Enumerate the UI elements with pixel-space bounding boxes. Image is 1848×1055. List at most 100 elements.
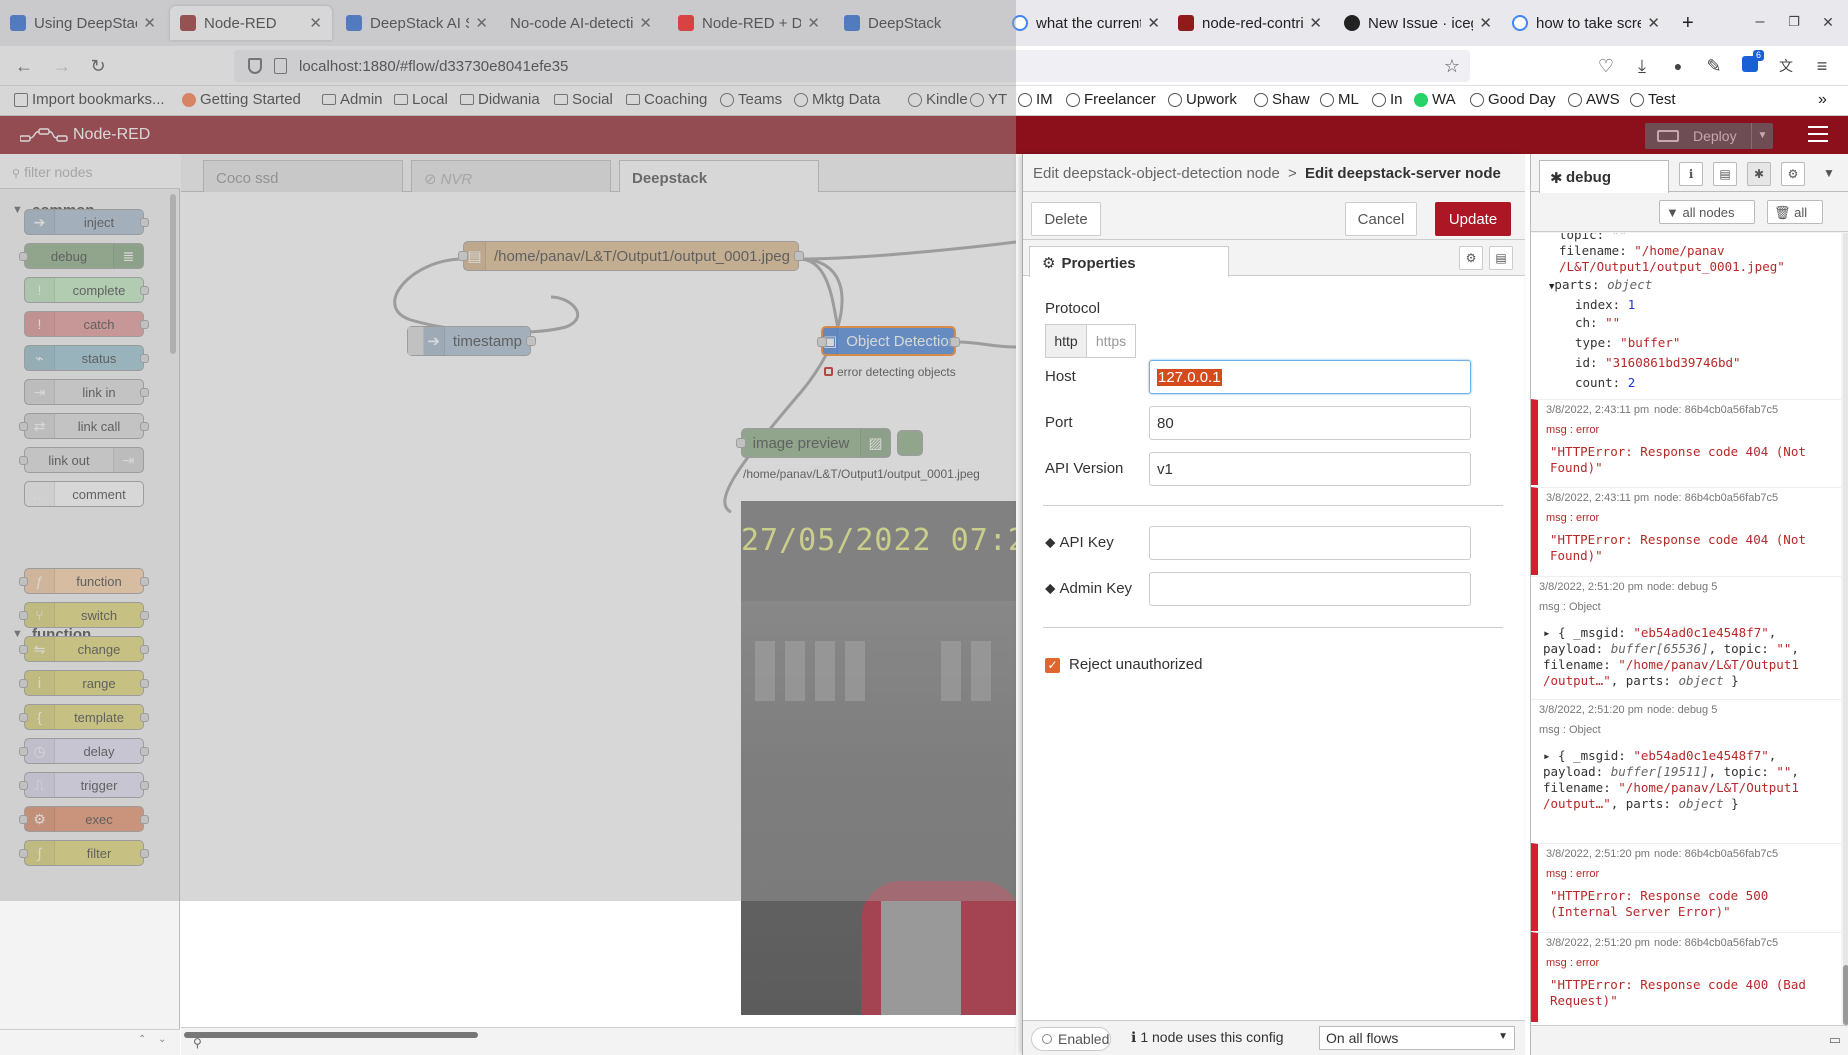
- palette-node-trigger[interactable]: ⎍ trigger: [19, 772, 149, 798]
- close-icon[interactable]: ✕: [143, 14, 156, 32]
- close-icon[interactable]: ✕: [309, 14, 322, 32]
- browser-tab-5[interactable]: DeepStack: [834, 6, 1000, 40]
- bookmark-2[interactable]: Admin: [322, 91, 383, 108]
- palette-node-comment[interactable]: … comment: [24, 481, 144, 507]
- browser-tab-2[interactable]: DeepStack AI Se✕: [336, 6, 498, 40]
- protocol-https-button[interactable]: https: [1086, 324, 1136, 358]
- browser-tab-0[interactable]: Using DeepStack✕: [0, 6, 166, 40]
- chevron-down-icon[interactable]: ▼: [1817, 162, 1841, 186]
- horizontal-scrollbar[interactable]: [184, 1032, 478, 1038]
- bookmark-9[interactable]: Kindle: [908, 91, 968, 108]
- url-text[interactable]: localhost:1880/#flow/d33730e8041efe35: [299, 58, 568, 75]
- bookmark-14[interactable]: Shaw: [1254, 91, 1310, 108]
- close-icon[interactable]: ✕: [1479, 14, 1492, 32]
- bookmark-12[interactable]: Freelancer: [1066, 91, 1156, 108]
- eyedropper-icon[interactable]: ✎: [1702, 54, 1726, 78]
- protocol-http-button[interactable]: http: [1045, 324, 1087, 358]
- tab-debug[interactable]: ✱ debug: [1539, 160, 1669, 193]
- bookmark-5[interactable]: Social: [554, 91, 613, 108]
- debug-filter-select[interactable]: ▼ all nodes: [1659, 200, 1755, 224]
- description-icon[interactable]: ▤: [1489, 246, 1513, 270]
- palette-node-status[interactable]: ⌁ status: [24, 345, 149, 371]
- bookmark-6[interactable]: Coaching: [626, 91, 707, 108]
- clear-debug-button[interactable]: 🗑 all: [1767, 200, 1823, 224]
- bookmark-10[interactable]: YT: [970, 91, 1007, 108]
- debug-message[interactable]: 3/8/2022, 2:43:11 pm node: 86b4cb0a56fab…: [1531, 399, 1841, 485]
- back-icon[interactable]: ←: [12, 54, 36, 78]
- cancel-button[interactable]: Cancel: [1345, 202, 1417, 236]
- enabled-toggle[interactable]: Enabled: [1031, 1027, 1111, 1051]
- bookmark-11[interactable]: IM: [1018, 91, 1053, 108]
- palette-node-catch[interactable]: ! catch: [24, 311, 149, 337]
- bookmark-17[interactable]: WA: [1414, 91, 1456, 108]
- debug-message-list[interactable]: topic: "" filename: "/home/panav /L&T/Ou…: [1531, 233, 1841, 1025]
- debug-message[interactable]: 3/8/2022, 2:51:20 pm node: 86b4cb0a56fab…: [1531, 932, 1841, 1022]
- bookmark-13[interactable]: Upwork: [1168, 91, 1237, 108]
- bookmark-8[interactable]: Mktg Data: [794, 91, 880, 108]
- translate-icon[interactable]: 文: [1774, 54, 1798, 78]
- inject-button[interactable]: [408, 327, 424, 355]
- new-tab-button[interactable]: +: [1672, 6, 1702, 40]
- close-icon[interactable]: ✕: [807, 14, 820, 32]
- close-icon[interactable]: ✕: [1147, 14, 1160, 32]
- bookmark-18[interactable]: Good Day: [1470, 91, 1556, 108]
- palette-node-exec[interactable]: ⚙ exec: [19, 806, 149, 832]
- breadcrumb-parent[interactable]: Edit deepstack-object-detection node: [1033, 165, 1280, 182]
- deploy-button[interactable]: Deploy ▼: [1645, 123, 1773, 149]
- book-icon[interactable]: ▤: [1713, 162, 1737, 186]
- palette-node-change[interactable]: ⇋ change: [19, 636, 149, 662]
- host-input[interactable]: 127.0.0.1: [1149, 360, 1471, 394]
- star-icon[interactable]: ☆: [1444, 56, 1460, 77]
- search-icon[interactable]: ⚲: [193, 1036, 202, 1050]
- input-port[interactable]: [458, 251, 468, 261]
- bookmark-0[interactable]: Import bookmarks...: [14, 91, 165, 108]
- browser-tab-9[interactable]: how to take scre ✕: [1502, 6, 1670, 40]
- parts-toggle[interactable]: ▼parts: object: [1549, 277, 1652, 292]
- info-icon[interactable]: ℹ: [1679, 162, 1703, 186]
- palette-node-inject[interactable]: ➔ inject: [24, 209, 149, 235]
- update-button[interactable]: Update: [1435, 202, 1511, 236]
- bug-icon[interactable]: ✱: [1747, 162, 1771, 186]
- palette-scrollbar[interactable]: [170, 194, 176, 354]
- extension-icon[interactable]: 6: [1738, 50, 1764, 78]
- debug-scrollbar[interactable]: [1843, 233, 1848, 1025]
- bookmark-15[interactable]: ML: [1320, 91, 1359, 108]
- port-input[interactable]: 80: [1149, 406, 1471, 440]
- debug-message[interactable]: 3/8/2022, 2:51:20 pm node: debug 5 msg :…: [1531, 576, 1841, 698]
- delete-button[interactable]: Delete: [1031, 202, 1101, 236]
- forward-icon[interactable]: →: [50, 54, 74, 78]
- debug-message[interactable]: 3/8/2022, 2:51:20 pm node: 86b4cb0a56fab…: [1531, 843, 1841, 931]
- admin-key-input[interactable]: [1149, 572, 1471, 606]
- palette-node-complete[interactable]: ! complete: [24, 277, 149, 303]
- debug-message[interactable]: 3/8/2022, 2:51:20 pm node: debug 5 msg :…: [1531, 699, 1841, 821]
- bookmark-3[interactable]: Local: [394, 91, 448, 108]
- window-icon[interactable]: ▭: [1829, 1032, 1841, 1048]
- bookmark-20[interactable]: Test: [1630, 91, 1676, 108]
- main-menu-icon[interactable]: [1808, 126, 1828, 144]
- bookmark-16[interactable]: In: [1372, 91, 1403, 108]
- file-in-node[interactable]: ▤ /home/panav/L&T/Output1/output_0001.jp…: [458, 241, 804, 271]
- restore-icon[interactable]: ❐: [1782, 10, 1806, 34]
- palette-node-range[interactable]: ⅰ range: [19, 670, 149, 696]
- close-icon[interactable]: ✕: [1647, 14, 1660, 32]
- palette-node-delay[interactable]: ◷ delay: [19, 738, 149, 764]
- palette-node-filter[interactable]: ∫ filter: [19, 840, 149, 866]
- reject-unauthorized-checkbox[interactable]: ✓: [1045, 658, 1060, 673]
- pocket-icon[interactable]: ♡: [1594, 54, 1618, 78]
- browser-tab-4[interactable]: Node-RED + Dee✕: [668, 6, 830, 40]
- address-bar[interactable]: localhost:1880/#flow/d33730e8041efe35 ☆: [234, 50, 1470, 82]
- minimize-icon[interactable]: –: [1748, 10, 1772, 34]
- bookmarks-overflow-icon[interactable]: »: [1818, 91, 1827, 109]
- palette-node-link-in[interactable]: ⇥ link in: [24, 379, 149, 405]
- browser-menu-icon[interactable]: ≡: [1810, 54, 1834, 78]
- reload-icon[interactable]: ↻: [86, 54, 110, 78]
- browser-tab-8[interactable]: New Issue · icegl ✕: [1334, 6, 1502, 40]
- bookmark-7[interactable]: Teams: [720, 91, 782, 108]
- gear-icon[interactable]: ⚙: [1781, 162, 1805, 186]
- expand-all-icon[interactable]: ⌄: [158, 1034, 166, 1045]
- close-icon[interactable]: ✕: [1309, 14, 1322, 32]
- palette-node-debug[interactable]: debug ≣: [19, 243, 144, 269]
- preview-toggle-button[interactable]: [897, 430, 923, 456]
- chevron-down-icon[interactable]: ▼: [1751, 123, 1773, 149]
- api-key-input[interactable]: [1149, 526, 1471, 560]
